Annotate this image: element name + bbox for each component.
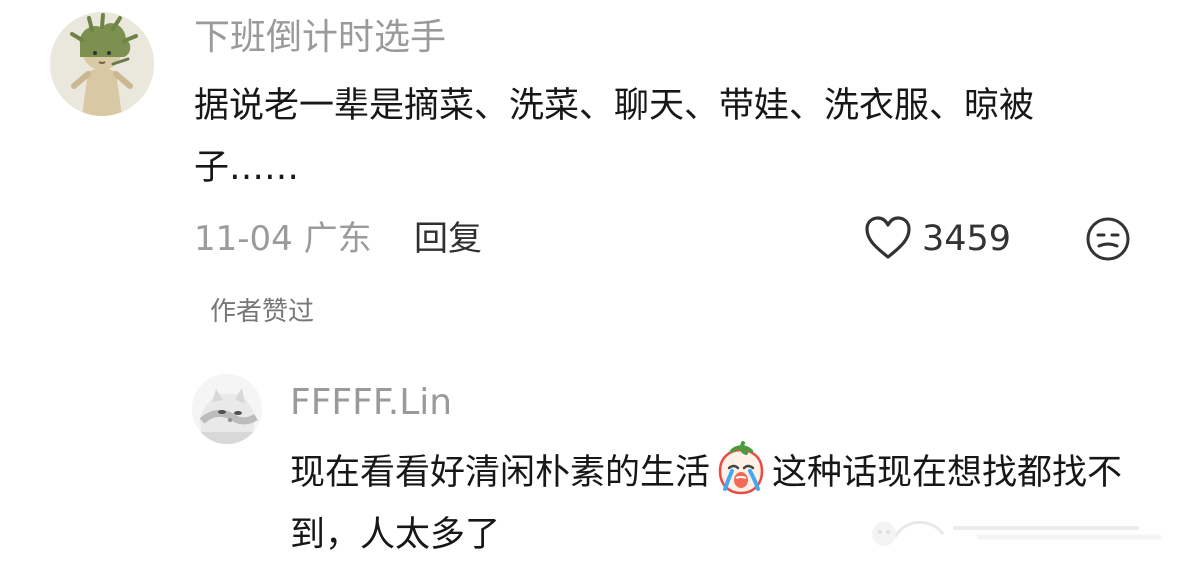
watermark-image [872,520,1161,546]
commenter-username[interactable]: 下班倒计时选手 [194,16,446,60]
commenter-avatar[interactable] [50,12,154,116]
cartoon-avatar-image [50,12,154,116]
like-count: 3459 [922,219,1012,259]
crying-tomato-emoji-icon [718,441,764,495]
cat-avatar-image [192,374,262,444]
emoji-icon[interactable] [1084,215,1132,263]
reply-username[interactable]: FFFFF.Lin [290,381,452,425]
heart-icon[interactable] [864,216,912,262]
comment-thread: 下班倒计时选手 据说老一辈是摘菜、洗菜、聊天、带娃、洗衣服、晾被子…… 11-0… [0,0,1179,560]
reply-text-part1: 现在看看好清闲朴素的生活 [290,453,711,493]
author-liked-label: 作者赞过 [210,297,315,327]
reply-avatar[interactable] [192,374,262,444]
comment-text: 据说老一辈是摘菜、洗菜、聊天、带娃、洗衣服、晾被子…… [194,86,1035,188]
reply-button[interactable]: 回复 [414,219,482,259]
comment-meta-row: 11-04 广东 回复 3459 [194,214,1144,264]
comment-date-location: 11-04 广东 [194,219,372,259]
